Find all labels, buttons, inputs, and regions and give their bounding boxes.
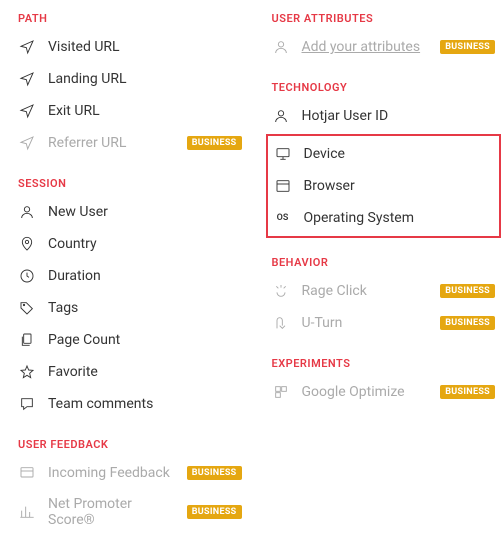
filter-browser[interactable]: Browser (274, 170, 494, 202)
item-label: Net Promoter Score® (48, 496, 175, 528)
uturn-icon (272, 314, 290, 332)
user-icon (272, 107, 290, 125)
item-label: Duration (48, 268, 242, 284)
filter-team-comments[interactable]: Team comments (18, 388, 242, 420)
left-column: PATH Visited URL Landing URL Exit URL Re… (18, 12, 242, 535)
filter-device[interactable]: Device (274, 138, 494, 170)
filter-incoming-feedback[interactable]: Incoming Feedback BUSINESS (18, 457, 242, 489)
item-label: Device (304, 146, 494, 162)
highlight-box: Device Browser OS Operating System (266, 134, 502, 238)
filter-u-turn[interactable]: U-Turn BUSINESS (272, 307, 496, 339)
item-label: Team comments (48, 396, 242, 412)
section-header-user-attributes: USER ATTRIBUTES (272, 12, 496, 25)
os-icon: OS (274, 209, 292, 227)
item-label: Exit URL (48, 103, 242, 119)
feedback-icon (18, 464, 36, 482)
filter-exit-url[interactable]: Exit URL (18, 95, 242, 127)
navigation-icon (18, 134, 36, 152)
item-label: Hotjar User ID (302, 108, 496, 124)
chart-icon (18, 503, 36, 521)
filter-rage-click[interactable]: Rage Click BUSINESS (272, 275, 496, 307)
star-icon (18, 363, 36, 381)
browser-icon (274, 177, 292, 195)
business-badge: BUSINESS (440, 40, 495, 54)
item-label: Operating System (304, 210, 494, 226)
filter-landing-url[interactable]: Landing URL (18, 63, 242, 95)
business-badge: BUSINESS (187, 505, 242, 519)
right-column: USER ATTRIBUTES Add your attributes BUSI… (272, 12, 496, 535)
item-label: Landing URL (48, 71, 242, 87)
item-label: U-Turn (302, 315, 429, 331)
filter-favorite[interactable]: Favorite (18, 356, 242, 388)
filter-visited-url[interactable]: Visited URL (18, 31, 242, 63)
business-badge: BUSINESS (440, 385, 495, 399)
item-label: Country (48, 236, 242, 252)
user-icon (18, 203, 36, 221)
navigation-icon (18, 70, 36, 88)
monitor-icon (274, 145, 292, 163)
section-header-session: SESSION (18, 177, 242, 190)
filter-duration[interactable]: Duration (18, 260, 242, 292)
business-badge: BUSINESS (440, 316, 495, 330)
filter-hotjar-user-id[interactable]: Hotjar User ID (272, 100, 496, 132)
pages-icon (18, 331, 36, 349)
user-icon (272, 38, 290, 56)
filter-operating-system[interactable]: OS Operating System (274, 202, 494, 234)
rage-icon (272, 282, 290, 300)
optimize-icon (272, 383, 290, 401)
filter-tags[interactable]: Tags (18, 292, 242, 324)
section-header-path: PATH (18, 12, 242, 25)
section-header-user-feedback: USER FEEDBACK (18, 438, 242, 451)
item-label: Favorite (48, 364, 242, 380)
comment-icon (18, 395, 36, 413)
filter-google-optimize[interactable]: Google Optimize BUSINESS (272, 376, 496, 408)
filter-country[interactable]: Country (18, 228, 242, 260)
item-label: Rage Click (302, 283, 429, 299)
navigation-icon (18, 38, 36, 56)
section-header-experiments: EXPERIMENTS (272, 357, 496, 370)
item-label: Referrer URL (48, 135, 175, 151)
tag-icon (18, 299, 36, 317)
filter-page-count[interactable]: Page Count (18, 324, 242, 356)
item-label: Google Optimize (302, 384, 429, 400)
item-label: Browser (304, 178, 494, 194)
item-label: Add your attributes (302, 39, 429, 55)
item-label: Tags (48, 300, 242, 316)
filter-new-user[interactable]: New User (18, 196, 242, 228)
filter-referrer-url[interactable]: Referrer URL BUSINESS (18, 127, 242, 159)
business-badge: BUSINESS (187, 136, 242, 150)
item-label: Incoming Feedback (48, 465, 175, 481)
item-label: Visited URL (48, 39, 242, 55)
business-badge: BUSINESS (440, 284, 495, 298)
item-label: Page Count (48, 332, 242, 348)
business-badge: BUSINESS (187, 466, 242, 480)
section-header-behavior: BEHAVIOR (272, 256, 496, 269)
filter-add-attributes[interactable]: Add your attributes BUSINESS (272, 31, 496, 63)
filter-nps[interactable]: Net Promoter Score® BUSINESS (18, 489, 242, 535)
item-label: New User (48, 204, 242, 220)
navigation-icon (18, 102, 36, 120)
section-header-technology: TECHNOLOGY (272, 81, 496, 94)
clock-icon (18, 267, 36, 285)
location-icon (18, 235, 36, 253)
